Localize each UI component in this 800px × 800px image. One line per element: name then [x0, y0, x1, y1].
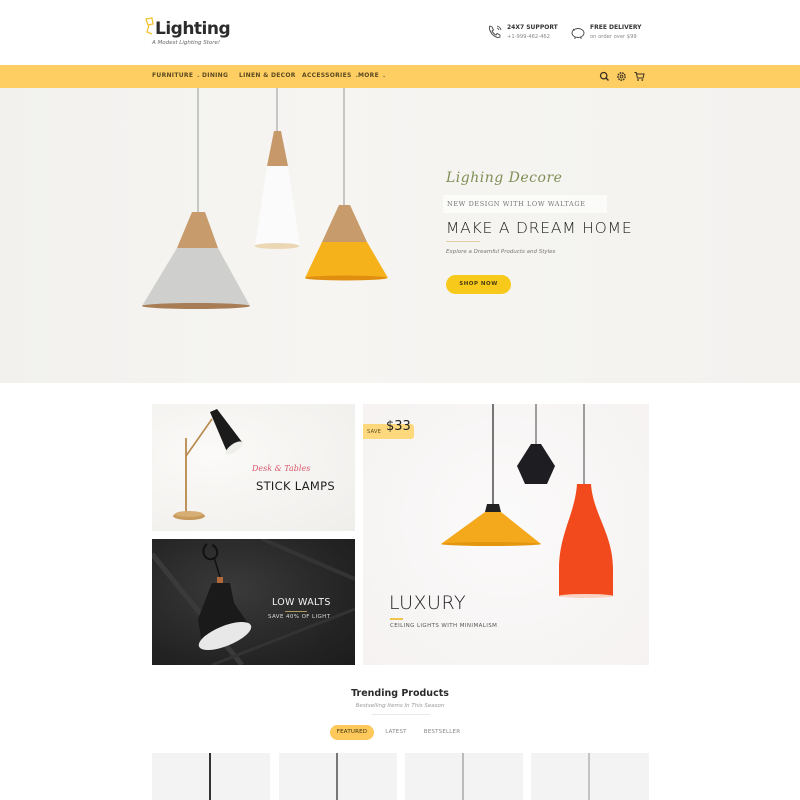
- banner-luxury[interactable]: SAVE $33 LUXURY CEILING LIGHTS WITH MINI…: [363, 404, 649, 665]
- section-divider: [372, 714, 430, 715]
- product-card[interactable]: [152, 753, 270, 800]
- banner-title: LUXURY: [389, 592, 467, 614]
- hero-title: MAKE A DREAM HOME: [446, 219, 633, 237]
- support-title: 24X7 SUPPORT: [507, 24, 558, 31]
- hero-script-title: Lighing Decore: [446, 170, 563, 186]
- product-image: [336, 753, 338, 800]
- hero-subtitle: NEW DESIGN WITH LOW WALTAGE: [447, 200, 586, 208]
- main-nav: FURNITURE ⌄ DINING LINEN & DECOR ACCESSOR…: [0, 65, 800, 88]
- save-label: SAVE: [367, 429, 382, 435]
- banner-script: Desk & Tables: [252, 464, 311, 473]
- hero-banner: Lighing Decore NEW DESIGN WITH LOW WALTA…: [0, 88, 800, 383]
- nav-item-accessories[interactable]: ACCESSORIES ⌄: [302, 72, 359, 79]
- logo-tagline: A Modest Lighting Store!: [152, 40, 221, 46]
- chevron-down-icon: ⌄: [382, 73, 387, 79]
- product-card[interactable]: [279, 753, 397, 800]
- hero-description: Explore a Dreamful Products and Styles: [446, 249, 556, 255]
- product-image: [209, 753, 211, 800]
- product-image: [462, 753, 464, 800]
- save-amount: $33: [386, 419, 411, 434]
- delivery-info[interactable]: FREE DELIVERY on order over $99: [570, 22, 650, 46]
- nav-label: LINEN & DECOR: [239, 72, 296, 79]
- pendant-lamps-image: [142, 88, 388, 309]
- site-header: Lighting A Modest Lighting Store! 24X7 S…: [0, 0, 800, 65]
- banner-title: STICK LAMPS: [256, 479, 335, 493]
- chevron-down-icon: ⌄: [196, 73, 201, 79]
- product-image: [588, 753, 590, 800]
- banner-stick-lamps[interactable]: Desk & Tables STICK LAMPS: [152, 404, 355, 531]
- banner-low-walts[interactable]: LOW WALTS SAVE 40% OF LIGHT: [152, 539, 355, 665]
- nav-item-linen-decor[interactable]: LINEN & DECOR: [239, 72, 296, 79]
- section-subtitle: Bestselling Items In This Season: [355, 703, 445, 709]
- nav-label: DINING: [202, 72, 229, 79]
- support-phone: +1-999-462-462: [507, 34, 550, 40]
- desk-lamp-image: [173, 409, 243, 520]
- shop-now-button[interactable]: SHOP NOW: [446, 275, 511, 294]
- nav-item-furniture[interactable]: FURNITURE ⌄: [152, 72, 201, 79]
- logo[interactable]: Lighting A Modest Lighting Store!: [143, 17, 233, 51]
- banner-subtitle: CEILING LIGHTS WITH MINIMALISM: [390, 623, 498, 629]
- product-card[interactable]: [405, 753, 523, 800]
- phone-icon: [488, 25, 502, 38]
- save-badge: SAVE $33: [363, 419, 414, 439]
- nav-label: ACCESSORIES: [302, 72, 352, 79]
- nav-label: MORE: [358, 72, 379, 79]
- tab-latest[interactable]: LATEST: [380, 725, 412, 740]
- product-card[interactable]: [531, 753, 649, 800]
- piggy-bank-icon: [571, 28, 585, 39]
- delivery-title: FREE DELIVERY: [590, 24, 642, 31]
- colorful-pendants-image: [441, 404, 613, 598]
- banner-divider: [285, 611, 307, 612]
- search-icon[interactable]: [599, 71, 610, 82]
- section-title: Trending Products: [351, 688, 449, 699]
- nav-item-more[interactable]: MORE ⌄: [358, 72, 387, 79]
- logo-text: Lighting: [155, 19, 231, 39]
- support-info[interactable]: 24X7 SUPPORT +1-999-462-462: [487, 22, 567, 46]
- banner-title: LOW WALTS: [272, 597, 331, 608]
- tab-featured[interactable]: FEATURED: [330, 725, 374, 740]
- nav-label: FURNITURE: [152, 72, 194, 79]
- cart-icon[interactable]: [634, 71, 645, 82]
- banner-divider: [390, 618, 403, 620]
- hero-divider: [446, 241, 480, 242]
- gear-icon[interactable]: [616, 71, 627, 82]
- nav-item-dining[interactable]: DINING: [202, 72, 228, 79]
- delivery-subtitle: on order over $99: [590, 34, 637, 40]
- banner-subtitle: SAVE 40% OF LIGHT: [268, 614, 331, 620]
- tab-bestseller[interactable]: BESTSELLER: [420, 725, 464, 740]
